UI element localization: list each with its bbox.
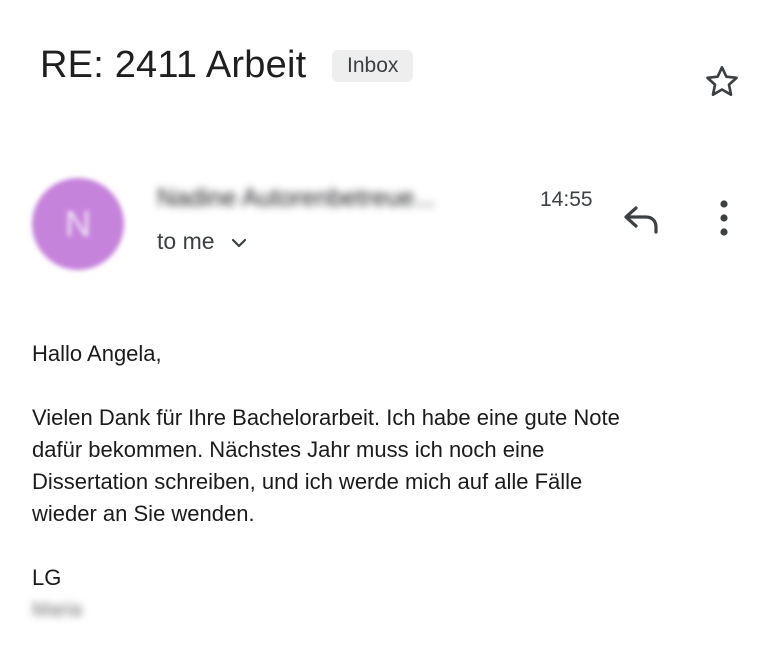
sender-header: N Nadine Autorenbetreue... 14:55 to me [32, 170, 752, 280]
sender-avatar[interactable]: N [32, 178, 124, 270]
reply-icon[interactable] [620, 202, 662, 238]
body-greeting: Hallo Angela, [32, 341, 162, 366]
body-line: dafür bekommen. Nächstes Jahr muss ich n… [32, 437, 545, 462]
body-line: Dissertation schreiben, und ich werde mi… [32, 469, 583, 494]
subject-header: RE: 2411 Arbeit Inbox [40, 40, 740, 100]
body-signature: Maria [32, 599, 83, 621]
recipient-label: to me [157, 228, 215, 254]
recipient-details-toggle[interactable]: to me [157, 228, 247, 255]
more-vert-icon[interactable] [712, 196, 736, 240]
email-time: 14:55 [540, 188, 593, 211]
body-line: wieder an Sie wenden. [32, 501, 255, 526]
sender-name[interactable]: Nadine Autorenbetreue... [157, 184, 435, 213]
body-line: Vielen Dank für Ihre Bachelorarbeit. Ich… [32, 405, 620, 430]
inbox-label-badge[interactable]: Inbox [332, 50, 414, 82]
body-paragraph: Vielen Dank für Ihre Bachelorarbeit. Ich… [32, 402, 752, 530]
star-icon[interactable] [702, 62, 742, 102]
email-body: Hallo Angela, Vielen Dank für Ihre Bache… [32, 338, 752, 626]
chevron-down-icon [231, 238, 247, 248]
body-signoff: LG [32, 565, 62, 590]
email-subject: RE: 2411 Arbeit [40, 44, 307, 86]
